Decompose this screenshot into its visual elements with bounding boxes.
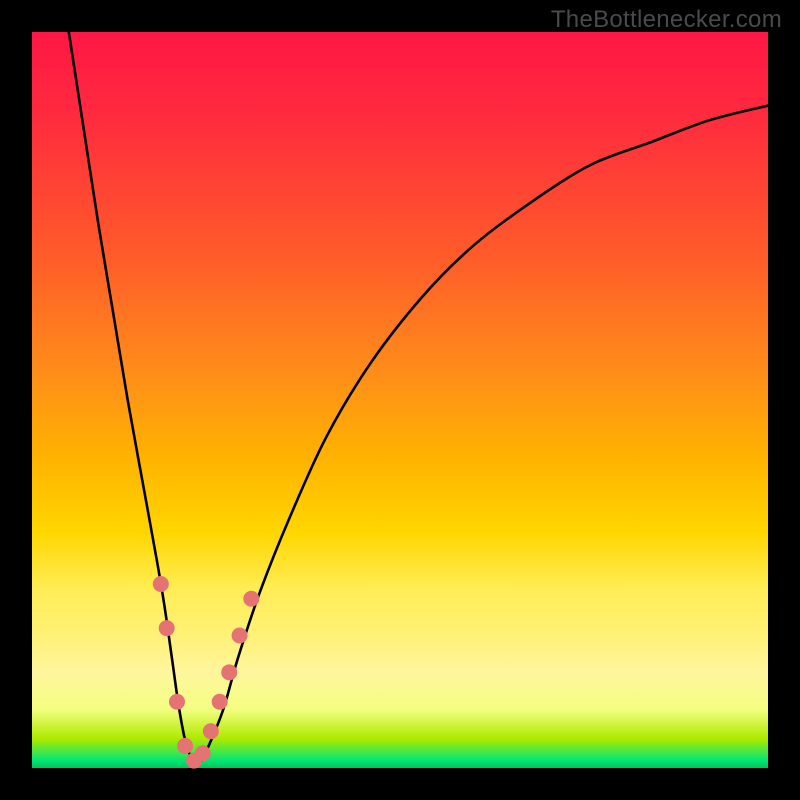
highlight-dot — [212, 694, 228, 710]
highlight-dots — [153, 576, 260, 769]
highlight-dot — [232, 628, 248, 644]
chart-frame: TheBottlenecker.com — [0, 0, 800, 800]
highlight-dot — [203, 723, 219, 739]
highlight-dot — [169, 694, 185, 710]
highlight-dot — [153, 576, 169, 592]
curve-svg — [32, 32, 768, 768]
highlight-dot — [159, 620, 175, 636]
attribution-text: TheBottlenecker.com — [551, 6, 782, 34]
plot-area — [32, 32, 768, 768]
highlight-dot — [177, 738, 193, 754]
highlight-dot — [221, 664, 237, 680]
bottleneck-curve — [69, 32, 768, 762]
highlight-dot — [195, 745, 211, 761]
highlight-dot — [243, 591, 259, 607]
